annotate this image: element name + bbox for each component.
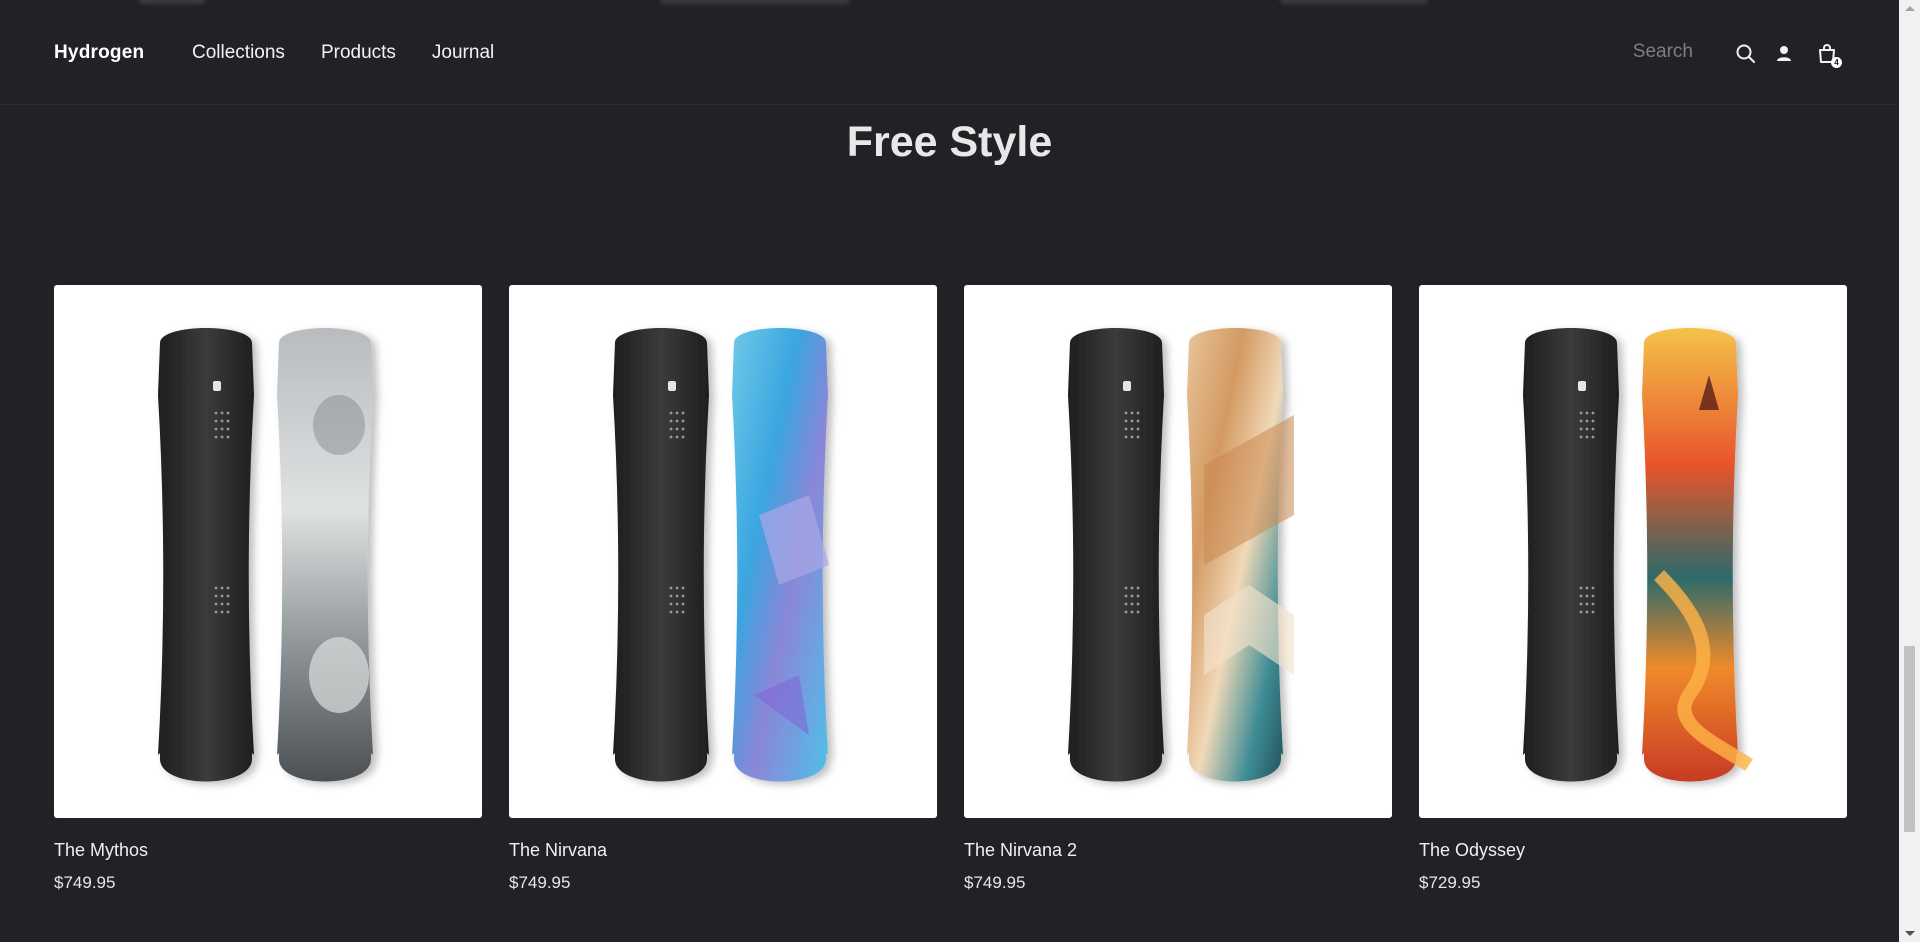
search-icon[interactable] [1734, 42, 1758, 66]
scroll-down-arrow[interactable] [1905, 931, 1915, 936]
product-name[interactable]: The Odyssey [1419, 840, 1847, 861]
product-image [964, 285, 1392, 818]
search-input[interactable] [1616, 40, 1712, 64]
page-scrollbar[interactable] [1899, 0, 1920, 942]
product-image [54, 285, 482, 818]
product-price: $749.95 [509, 873, 571, 892]
scroll-up-arrow[interactable] [1905, 6, 1915, 11]
brand-logo[interactable]: Hydrogen [54, 42, 144, 64]
product-card[interactable]: The Nirvana 2 $749.95 [964, 285, 1392, 893]
product-price: $749.95 [54, 873, 116, 892]
section-title: Free Style [846, 118, 1053, 166]
product-card[interactable]: The Nirvana $749.95 [509, 285, 937, 893]
product-card[interactable]: The Odyssey $729.95 [1419, 285, 1847, 893]
cart-count-badge: 4 [1831, 57, 1842, 68]
nav-journal[interactable]: Journal [432, 42, 494, 64]
account-icon[interactable] [1772, 42, 1796, 66]
cart-icon[interactable]: 4 [1815, 42, 1842, 68]
product-price: $729.95 [1419, 873, 1481, 892]
product-price: $749.95 [964, 873, 1026, 892]
product-image [509, 285, 937, 818]
product-card[interactable]: The Mythos $749.95 [54, 285, 482, 893]
main-nav: Collections Products Journal [192, 42, 494, 64]
product-image [1419, 285, 1847, 818]
product-grid: The Mythos $749.95 The Nirvana $749.95 T… [54, 285, 1847, 893]
scroll-thumb[interactable] [1904, 646, 1915, 832]
product-name[interactable]: The Nirvana [509, 840, 937, 861]
page: Hydrogen Collections Products Journal 4 … [0, 0, 1899, 942]
product-name[interactable]: The Mythos [54, 840, 482, 861]
product-name[interactable]: The Nirvana 2 [964, 840, 1392, 861]
nav-collections[interactable]: Collections [192, 42, 285, 64]
nav-products[interactable]: Products [321, 42, 396, 64]
site-header: Hydrogen Collections Products Journal 4 [0, 0, 1899, 105]
